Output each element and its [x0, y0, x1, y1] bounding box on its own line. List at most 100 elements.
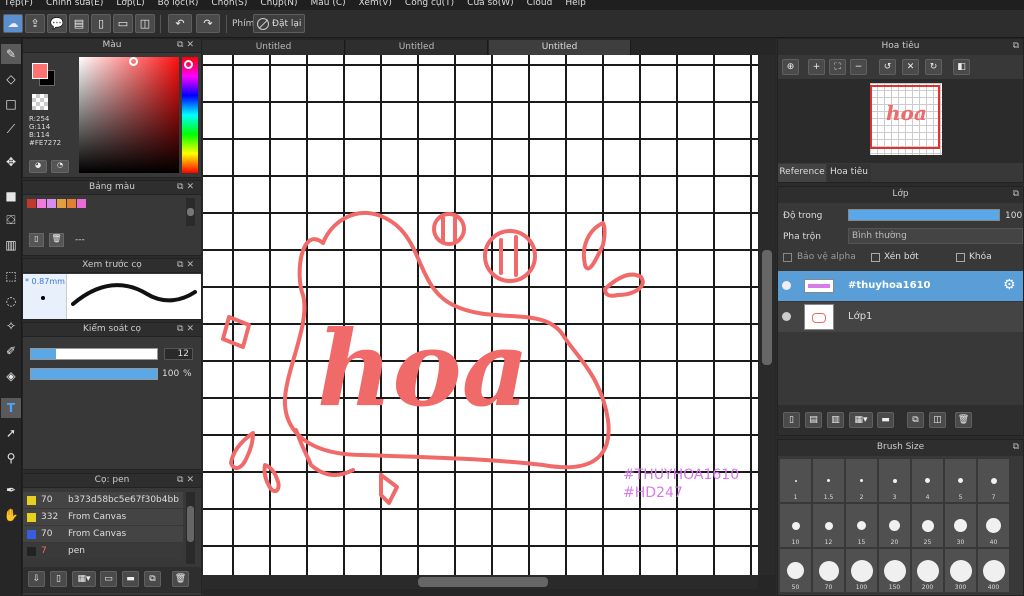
color-mix-icon[interactable]: ◔: [51, 160, 69, 173]
new-palette-icon[interactable]: ▯: [29, 233, 44, 247]
duplicate-layer-icon[interactable]: ⧉: [907, 412, 924, 428]
palette-swatch[interactable]: [67, 199, 76, 208]
tab-untitled-3[interactable]: Untitled: [489, 40, 631, 55]
color-picker-cursor[interactable]: [129, 57, 138, 66]
share-icon[interactable]: ⇪: [25, 14, 45, 33]
palette-scrollbar[interactable]: [186, 198, 195, 226]
brush-size-option[interactable]: 300: [945, 549, 976, 592]
brush-size-option[interactable]: 12: [813, 504, 844, 547]
text-tool-icon[interactable]: T: [1, 398, 21, 418]
new-raster-layer-icon[interactable]: ▤: [805, 412, 822, 428]
tab-reference[interactable]: Reference: [778, 164, 826, 182]
trash-icon[interactable]: 🗑: [172, 571, 189, 587]
brush-size-option[interactable]: 2: [846, 459, 877, 502]
lock-checkbox[interactable]: [956, 253, 965, 262]
select-pen-icon[interactable]: ✐: [1, 341, 21, 361]
brush-size-option[interactable]: 70: [813, 549, 844, 592]
eraser-tool-icon[interactable]: ◇: [1, 69, 21, 89]
zoom-in-icon[interactable]: +: [808, 59, 825, 75]
duplicate-icon[interactable]: ⧉: [144, 571, 161, 587]
palette-swatch[interactable]: [37, 199, 46, 208]
brush-size-option[interactable]: 7: [978, 459, 1009, 502]
rectangle-tool-icon[interactable]: □: [1, 94, 21, 114]
hue-cursor[interactable]: [184, 60, 193, 69]
eye-icon[interactable]: [782, 281, 791, 290]
color-wheel-icon[interactable]: ◕: [29, 160, 47, 173]
brush-size-option[interactable]: 30: [945, 504, 976, 547]
brush-size-option[interactable]: 5: [945, 459, 976, 502]
reset-button[interactable]: Đặt lại: [253, 14, 305, 33]
brush-size-option[interactable]: 3: [879, 459, 910, 502]
fill-rect-tool-icon[interactable]: ■: [1, 186, 21, 206]
layer-menu-icon[interactable]: ▦▾: [849, 412, 873, 428]
menu-help[interactable]: Help: [565, 0, 586, 8]
merge-layer-icon[interactable]: ◫: [929, 412, 946, 428]
reset-view-icon[interactable]: ✕: [902, 59, 919, 75]
navigator-preview[interactable]: hoa: [778, 79, 1023, 163]
brush-size-option[interactable]: 150: [879, 549, 910, 592]
magic-wand-icon[interactable]: ✧: [1, 316, 21, 336]
select-eraser-icon[interactable]: ◈: [1, 366, 21, 386]
zoom-fit-icon[interactable]: ⊕: [782, 59, 799, 75]
copy-brush-icon[interactable]: ▭: [100, 571, 117, 587]
zoom-out-icon[interactable]: −: [850, 59, 867, 75]
palette-swatch[interactable]: [47, 199, 56, 208]
brush-size-option[interactable]: 400: [978, 549, 1009, 592]
list-item[interactable]: 70 From Canvas: [23, 526, 183, 542]
brush-size-option[interactable]: 1: [780, 459, 811, 502]
layer-row-selected[interactable]: #thuyhoa1610 ⚙: [778, 271, 1023, 301]
brush-size-option[interactable]: 100: [846, 549, 877, 592]
menu-tools[interactable]: Công cụ(T): [405, 0, 454, 8]
eyedropper-icon[interactable]: ⚲: [1, 448, 21, 468]
new-layer-icon[interactable]: ▯: [783, 412, 800, 428]
rotate-left-icon[interactable]: ↺: [879, 59, 896, 75]
blend-mode-select[interactable]: Bình thường: [848, 228, 1023, 244]
trash-icon[interactable]: 🗑: [955, 412, 972, 428]
saturation-value-picker[interactable]: [79, 57, 179, 173]
comment-icon[interactable]: ▤: [69, 14, 89, 33]
line-tool-icon[interactable]: ⟋: [1, 119, 21, 139]
brush-size-option[interactable]: 40: [978, 504, 1009, 547]
transparent-color-swatch[interactable]: [32, 94, 48, 110]
menu-cloud[interactable]: Cloud: [527, 0, 553, 8]
primary-color-swatch[interactable]: [32, 63, 48, 79]
layer-folder-icon[interactable]: ▬: [877, 412, 894, 428]
vertical-scrollbar[interactable]: [759, 55, 775, 575]
menu-view[interactable]: Xem(V): [359, 0, 392, 8]
speech-bubble-icon[interactable]: 💬: [47, 14, 67, 33]
rotate-right-icon[interactable]: ↻: [925, 59, 942, 75]
horizontal-scrollbar[interactable]: [203, 575, 758, 589]
menu-file[interactable]: Tệp(F): [4, 0, 33, 8]
trash-icon[interactable]: 🗑: [49, 233, 64, 247]
hand-tool-icon[interactable]: ✋: [1, 505, 21, 525]
tab-untitled-2[interactable]: Untitled: [346, 40, 488, 55]
brush-menu-icon[interactable]: ▦▾: [72, 571, 96, 587]
menu-filter[interactable]: Bộ lọc(R): [158, 0, 199, 8]
palette-swatch[interactable]: [27, 199, 36, 208]
layers-icon[interactable]: ◫: [135, 14, 155, 33]
brush-size-value[interactable]: 12: [164, 348, 193, 360]
operation-tool-icon[interactable]: ➚: [1, 423, 21, 443]
redo-button[interactable]: ↷: [196, 14, 220, 33]
new-halftone-layer-icon[interactable]: ▥: [827, 412, 844, 428]
hue-slider[interactable]: [182, 57, 198, 173]
layer-opacity-slider[interactable]: [848, 209, 1000, 221]
brush-size-option[interactable]: 15: [846, 504, 877, 547]
menu-edit[interactable]: Chỉnh sửa(E): [46, 0, 103, 8]
list-item[interactable]: 70 b373d58bc5e67f30b4bb: [23, 492, 183, 508]
menu-color[interactable]: Màu (C): [311, 0, 346, 8]
canvas-area[interactable]: hoa #THUYHOA1610 #HD247: [203, 55, 776, 596]
brush-size-option[interactable]: 20: [879, 504, 910, 547]
tab-navigator[interactable]: Hoa tiêu: [827, 164, 871, 182]
list-item[interactable]: 7 pen: [23, 543, 183, 559]
brush-size-option[interactable]: 50: [780, 549, 811, 592]
menu-select[interactable]: Chọn(S): [211, 0, 247, 8]
brush-tool-icon[interactable]: ✎: [1, 44, 21, 64]
eye-icon[interactable]: [782, 312, 791, 321]
lasso-icon[interactable]: ◌: [1, 291, 21, 311]
brush-size-option[interactable]: 4: [912, 459, 943, 502]
flip-icon[interactable]: ◧: [953, 59, 970, 75]
move-tool-icon[interactable]: ✥: [1, 152, 21, 172]
menu-capture[interactable]: Chụp(N): [260, 0, 297, 8]
palette-swatch[interactable]: [77, 199, 86, 208]
